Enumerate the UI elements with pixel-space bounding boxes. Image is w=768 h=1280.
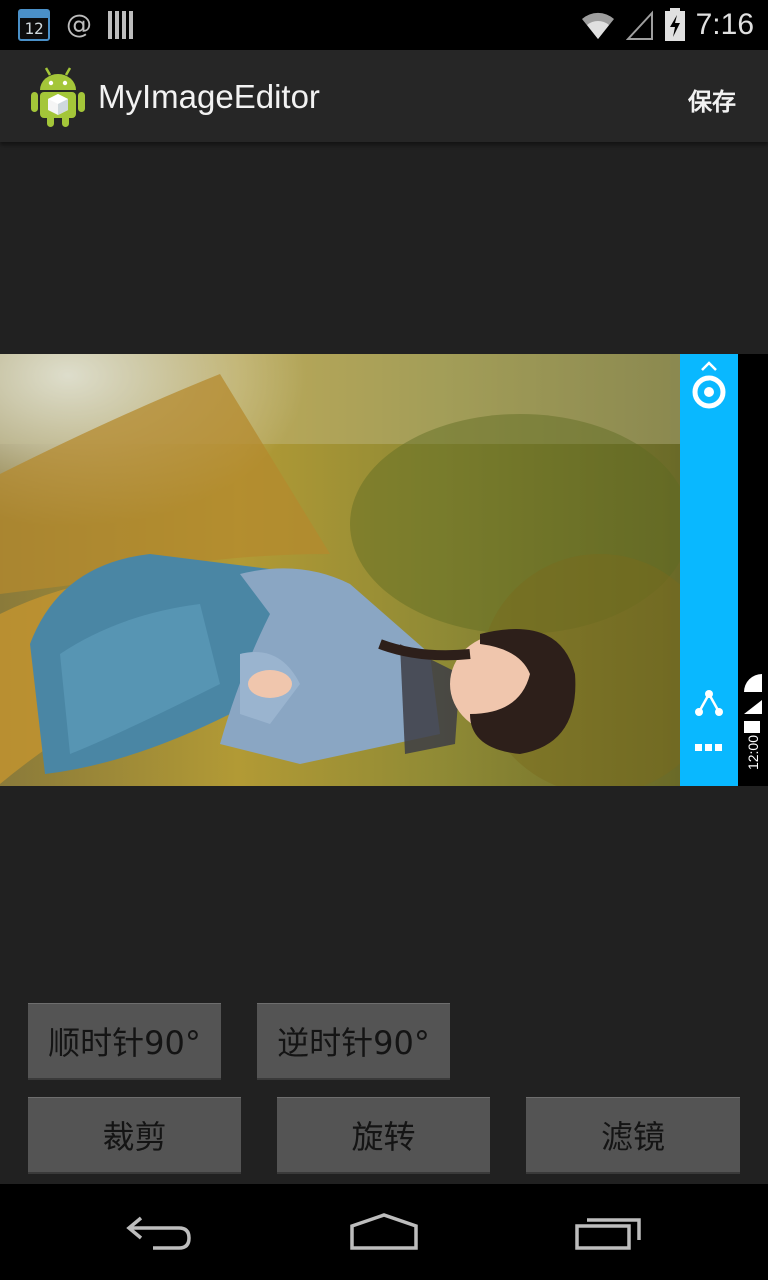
share-icon[interactable] <box>694 688 724 718</box>
at-icon: @ <box>66 10 92 40</box>
action-bar: MyImageEditor 保存 <box>0 50 768 142</box>
chevron-up-icon[interactable] <box>699 360 719 372</box>
wifi-icon <box>581 12 614 39</box>
save-button[interactable]: 保存 <box>688 82 736 117</box>
strip-battery-icon <box>744 721 760 733</box>
strip-signal-icon <box>744 700 762 714</box>
battery-charging-icon <box>664 8 685 41</box>
navigation-bar <box>0 1184 768 1280</box>
status-time: 7:16 <box>695 8 754 41</box>
app-swirl-icon[interactable] <box>691 374 727 410</box>
calendar-day: 12 <box>24 19 44 38</box>
photo-canvas <box>0 354 680 786</box>
status-bar: 12 @ 7:16 <box>0 0 768 50</box>
filter-button[interactable]: 滤镜 <box>526 1097 740 1174</box>
signal-icon <box>625 10 653 40</box>
strip-time: 12:00 <box>745 735 761 771</box>
app-title: MyImageEditor <box>98 78 320 115</box>
rotate-button[interactable]: 旋转 <box>277 1097 490 1174</box>
rotate-clockwise-button[interactable]: 顺时针90° <box>28 1003 221 1080</box>
strip-wifi-icon <box>744 674 762 692</box>
home-button[interactable] <box>339 1204 429 1260</box>
edited-image[interactable] <box>0 354 680 786</box>
recents-button[interactable] <box>564 1204 654 1260</box>
back-icon <box>126 1216 191 1250</box>
calendar-icon: 12 <box>18 9 50 41</box>
library-icon <box>108 11 133 39</box>
floating-side-panel[interactable] <box>680 354 738 786</box>
rotate-counterclockwise-button[interactable]: 逆时针90° <box>257 1003 450 1080</box>
android-logo-icon <box>31 67 85 127</box>
more-dots-icon[interactable] <box>694 742 724 752</box>
home-icon <box>350 1213 418 1250</box>
back-button[interactable] <box>114 1204 204 1260</box>
rotated-status-strip <box>738 354 768 786</box>
recents-icon <box>575 1218 641 1250</box>
crop-button[interactable]: 裁剪 <box>28 1097 241 1174</box>
